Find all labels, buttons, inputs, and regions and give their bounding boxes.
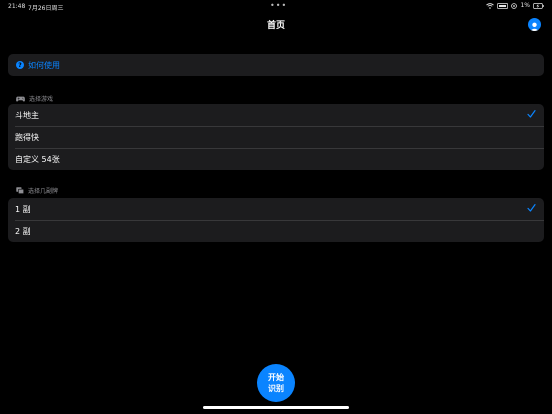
- checkmark-icon: [527, 110, 536, 118]
- multitasking-dots-icon[interactable]: •••: [270, 1, 287, 10]
- status-bar: 21:48 7月26日周三 ••• 1%: [0, 0, 552, 12]
- game-option-label: 跑得快: [15, 132, 39, 142]
- game-option-doudizhu[interactable]: 斗地主: [8, 104, 544, 126]
- location-icon: [511, 2, 518, 9]
- avatar-button[interactable]: [528, 18, 541, 31]
- battery-percent: 1%: [520, 2, 530, 9]
- deck-section-header: 选择几副牌: [16, 186, 58, 195]
- cards-stack-icon: [16, 187, 24, 194]
- battery-charging-icon: [533, 2, 544, 9]
- deck-list: 1 副 2 副: [8, 198, 544, 242]
- help-link[interactable]: ? 如何使用: [8, 54, 544, 76]
- page-title: 首页: [266, 21, 285, 31]
- question-circle-icon: ?: [16, 61, 24, 69]
- game-section-header: 选择游戏: [16, 94, 53, 103]
- status-date: 7月26日周三: [28, 5, 64, 12]
- vpn-icon: [497, 2, 509, 9]
- deck-option-label: 1 副: [15, 204, 31, 214]
- game-section-title: 选择游戏: [29, 96, 54, 103]
- game-option-paodekuai[interactable]: 跑得快: [8, 126, 544, 148]
- status-time: 21:48: [8, 3, 26, 10]
- start-button-line1: 开始: [268, 373, 284, 382]
- help-label: 如何使用: [28, 60, 60, 70]
- deck-option-2[interactable]: 2 副: [8, 220, 544, 242]
- game-option-custom-54[interactable]: 自定义 54张: [8, 148, 544, 170]
- gamecontroller-icon: [16, 96, 25, 102]
- game-option-label: 自定义 54张: [15, 154, 60, 164]
- status-indicators: 1%: [486, 2, 544, 9]
- home-indicator[interactable]: [203, 406, 349, 409]
- start-recognition-button[interactable]: 开始 识别: [257, 364, 295, 402]
- deck-option-1[interactable]: 1 副: [8, 198, 544, 220]
- deck-option-label: 2 副: [15, 226, 31, 236]
- checkmark-icon: [527, 204, 536, 212]
- wifi-icon: [486, 2, 495, 9]
- game-list: 斗地主 跑得快 自定义 54张: [8, 104, 544, 170]
- game-option-label: 斗地主: [15, 110, 39, 120]
- deck-section-title: 选择几副牌: [28, 188, 59, 195]
- start-button-line2: 识别: [268, 384, 284, 393]
